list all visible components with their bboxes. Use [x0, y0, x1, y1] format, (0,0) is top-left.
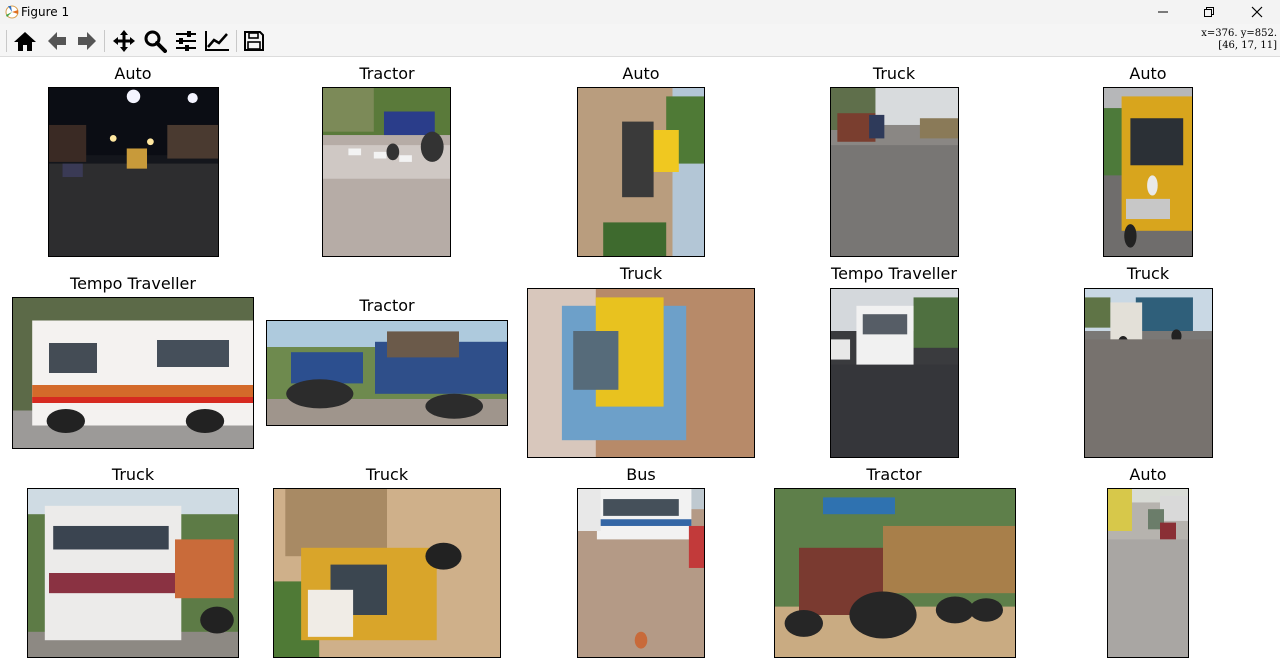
- subplot-title: Tractor: [359, 64, 415, 83]
- subplot-image-tractor-crosswalk: [322, 87, 451, 257]
- subplot-image-truck-rotated: [273, 488, 501, 658]
- forward-button[interactable]: [73, 28, 101, 54]
- subplot-title: Truck: [111, 465, 155, 484]
- subplot-title: Truck: [1126, 264, 1170, 283]
- restore-icon: [1204, 7, 1214, 17]
- zoom-button[interactable]: [141, 28, 169, 54]
- subplot-image-ambulance: [12, 297, 254, 449]
- subplot-image-auto-closeup: [1103, 87, 1193, 257]
- forward-icon: [78, 32, 96, 50]
- restore-button[interactable]: [1186, 0, 1232, 24]
- toolbar-separator: [104, 30, 105, 52]
- back-icon: [48, 32, 66, 50]
- subplot-title: Tempo Traveller: [831, 264, 957, 283]
- subplot-image-tipper-truck: [1084, 288, 1213, 458]
- subplot-title: Truck: [365, 465, 409, 484]
- subplot-title: Tractor: [866, 465, 922, 484]
- configure-subplots-icon: [176, 31, 196, 51]
- back-button[interactable]: [43, 28, 71, 54]
- home-button[interactable]: [11, 28, 39, 54]
- subplot-title: Tempo Traveller: [70, 274, 196, 293]
- toolbar-separator: [236, 30, 237, 52]
- pan-button[interactable]: [110, 28, 138, 54]
- cursor-coordinates-readout: x=376. y=852. [46, 17, 11]: [1201, 28, 1277, 52]
- subplot-image-tractor-trailer-canopy: [774, 488, 1016, 658]
- subplot-image-decorated-tanker-truck: [27, 488, 239, 658]
- navigation-toolbar: x=376. y=852. [46, 17, 11]: [0, 24, 1280, 57]
- subplot-image-auto-rotated: [577, 87, 705, 257]
- minimize-icon: [1158, 11, 1168, 13]
- subplot-image-tempo-traveller-rear: [830, 288, 959, 458]
- window-title-bar: Figure 1: [0, 0, 1280, 24]
- subplot-title: Tractor: [359, 296, 415, 315]
- subplot-image-truck-closeup: [527, 288, 755, 458]
- subplot-title: Auto: [1129, 465, 1167, 484]
- close-button[interactable]: [1234, 0, 1280, 24]
- subplot-image-truck-road: [830, 87, 959, 257]
- zoom-icon: [144, 30, 167, 53]
- pan-icon: [113, 30, 135, 52]
- subplot-title: Auto: [1129, 64, 1167, 83]
- coordinates-line: x=376. y=852.: [1201, 28, 1277, 39]
- toolbar-separator: [6, 30, 7, 52]
- save-button[interactable]: [240, 28, 268, 54]
- subplot-image-auto-street-narrow: [1107, 488, 1189, 658]
- home-icon: [14, 32, 36, 51]
- matplotlib-logo-icon: [4, 4, 20, 20]
- subplot-image-auto-night-street: [48, 87, 219, 257]
- subplot-image-tractor-trailer: [266, 320, 508, 426]
- minimize-button[interactable]: [1140, 0, 1186, 24]
- subplot-title: Truck: [619, 264, 663, 283]
- pixel-value-line: [46, 17, 11]: [1218, 40, 1277, 51]
- subplot-image-bus-yard: [577, 488, 705, 658]
- edit-axes-button[interactable]: [203, 28, 231, 54]
- subplot-title: Bus: [626, 465, 656, 484]
- subplot-title: Auto: [114, 64, 152, 83]
- subplot-title: Truck: [872, 64, 916, 83]
- window-title: Figure 1: [21, 5, 70, 19]
- close-icon: [1251, 6, 1263, 18]
- subplot-title: Auto: [622, 64, 660, 83]
- figure-canvas[interactable]: Auto Tractor Auto Truck Auto Tempo Trave…: [0, 57, 1280, 672]
- configure-subplots-button[interactable]: [172, 28, 200, 54]
- edit-axes-icon: [205, 31, 229, 51]
- save-icon: [244, 31, 264, 51]
